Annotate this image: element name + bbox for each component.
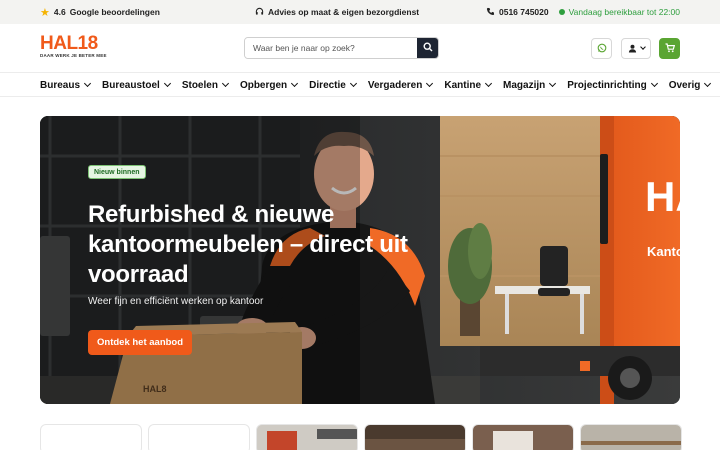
advice-text: Advies op maat & eigen bezorgdienst	[268, 7, 420, 17]
google-rating[interactable]: ★ 4.6 Google beoordelingen	[40, 0, 160, 24]
top-info-bar: ★ 4.6 Google beoordelingen Advies op maa…	[0, 0, 720, 24]
category-card[interactable]	[40, 424, 142, 450]
phone-number[interactable]: 0516 745020	[499, 7, 549, 17]
whatsapp-icon	[597, 40, 607, 58]
chevron-down-icon	[639, 44, 646, 50]
status-dot	[558, 9, 565, 15]
site-header: HAL18 DAAR WERK JE BETER MEE	[0, 24, 720, 72]
nav-item-label: Directie	[309, 79, 346, 91]
cart-button[interactable]	[659, 38, 680, 59]
contact-info: 0516 745020 Vandaag bereikbaar tot 22:00	[486, 0, 680, 24]
nav-item-overig[interactable]: Overig	[668, 79, 712, 91]
nav-item-kantine[interactable]: Kantine	[444, 79, 493, 91]
main-navigation: Bureaus Bureaustoel Stoelen Opbergen Directi…	[0, 72, 720, 97]
hero-title: Refurbished & nieuwe kantoormeubelen – d…	[88, 201, 408, 288]
headset-icon	[255, 7, 264, 18]
nav-item-label: Kantine	[444, 79, 482, 91]
nav-item-opbergen[interactable]: Opbergen	[239, 79, 299, 91]
discover-offer-button[interactable]: Ontdek het aanbod	[88, 330, 193, 355]
nav-item-projectinrichting[interactable]: Projectinrichting	[567, 79, 658, 91]
nav-item-label: Projectinrichting	[567, 79, 647, 91]
category-cards	[40, 424, 682, 450]
category-card-image	[365, 425, 465, 450]
nav-item-label: Bureaustoel	[102, 79, 160, 91]
logo-tagline: DAAR WERK JE BETER MEE	[40, 53, 107, 58]
nav-item-magazijn[interactable]: Magazijn	[503, 79, 557, 91]
chevron-down-icon	[426, 79, 434, 88]
phone-icon	[486, 7, 495, 18]
search-button[interactable]	[417, 38, 438, 58]
chevron-down-icon	[163, 79, 171, 88]
nav-items: Bureaus Bureaustoel Stoelen Opbergen Directi…	[40, 73, 720, 96]
nav-item-label: Magazijn	[503, 79, 546, 91]
chevron-down-icon	[704, 79, 712, 88]
chevron-down-icon	[484, 79, 493, 88]
category-card[interactable]	[256, 424, 358, 450]
chevron-down-icon	[349, 79, 357, 88]
category-card[interactable]	[148, 424, 250, 450]
category-card[interactable]	[364, 424, 466, 450]
new-badge: Nieuw binnen	[88, 165, 146, 179]
chevron-down-icon	[549, 79, 557, 88]
truck-logo-text: HA	[645, 173, 680, 220]
category-card[interactable]	[580, 424, 682, 450]
nav-item-label: Stoelen	[181, 79, 218, 91]
nav-item-vergaderen[interactable]: Vergaderen	[367, 79, 434, 91]
nav-item-stoelen[interactable]: Stoelen	[181, 79, 229, 91]
logo-text: HAL18	[40, 33, 98, 54]
chevron-down-icon	[650, 79, 658, 88]
advice-info: Advies op maat & eigen bezorgdienst	[255, 0, 419, 24]
cart-icon	[665, 40, 675, 58]
whatsapp-button[interactable]	[591, 38, 612, 59]
nav-item-label: Bureaus	[40, 79, 81, 91]
rating-score: 4.6	[53, 7, 66, 17]
user-icon	[628, 40, 637, 58]
nav-item-label: Overig	[668, 79, 701, 91]
chevron-down-icon	[221, 79, 229, 88]
category-card[interactable]	[472, 424, 574, 450]
category-card-image	[257, 425, 357, 450]
rating-label: Google beoordelingen	[69, 7, 160, 17]
star-icon: ★	[40, 6, 50, 19]
logo[interactable]: HAL18 DAAR WERK JE BETER MEE	[40, 33, 107, 62]
category-card-image	[581, 425, 681, 450]
hero-banner: HA Kantoor	[40, 116, 680, 404]
search-bar	[244, 37, 439, 59]
category-card-image	[473, 425, 573, 450]
search-input[interactable]	[245, 38, 417, 58]
chevron-down-icon	[291, 79, 299, 88]
nav-item-label: Opbergen	[239, 79, 288, 91]
nav-item-bureaustoel[interactable]: Bureaustoel	[102, 79, 171, 91]
truck-text: Kantoor	[647, 244, 680, 259]
nav-item-bureaus[interactable]: Bureaus	[40, 79, 92, 91]
nav-item-label: Vergaderen	[367, 79, 423, 91]
hero-subtitle: Weer fijn en efficiënt werken op kantoor	[88, 296, 264, 307]
account-button[interactable]	[621, 38, 651, 59]
chevron-down-icon	[83, 79, 92, 88]
availability-text: Vandaag bereikbaar tot 22:00	[568, 7, 680, 17]
search-icon	[422, 39, 433, 57]
nav-item-directie[interactable]: Directie	[309, 79, 357, 91]
